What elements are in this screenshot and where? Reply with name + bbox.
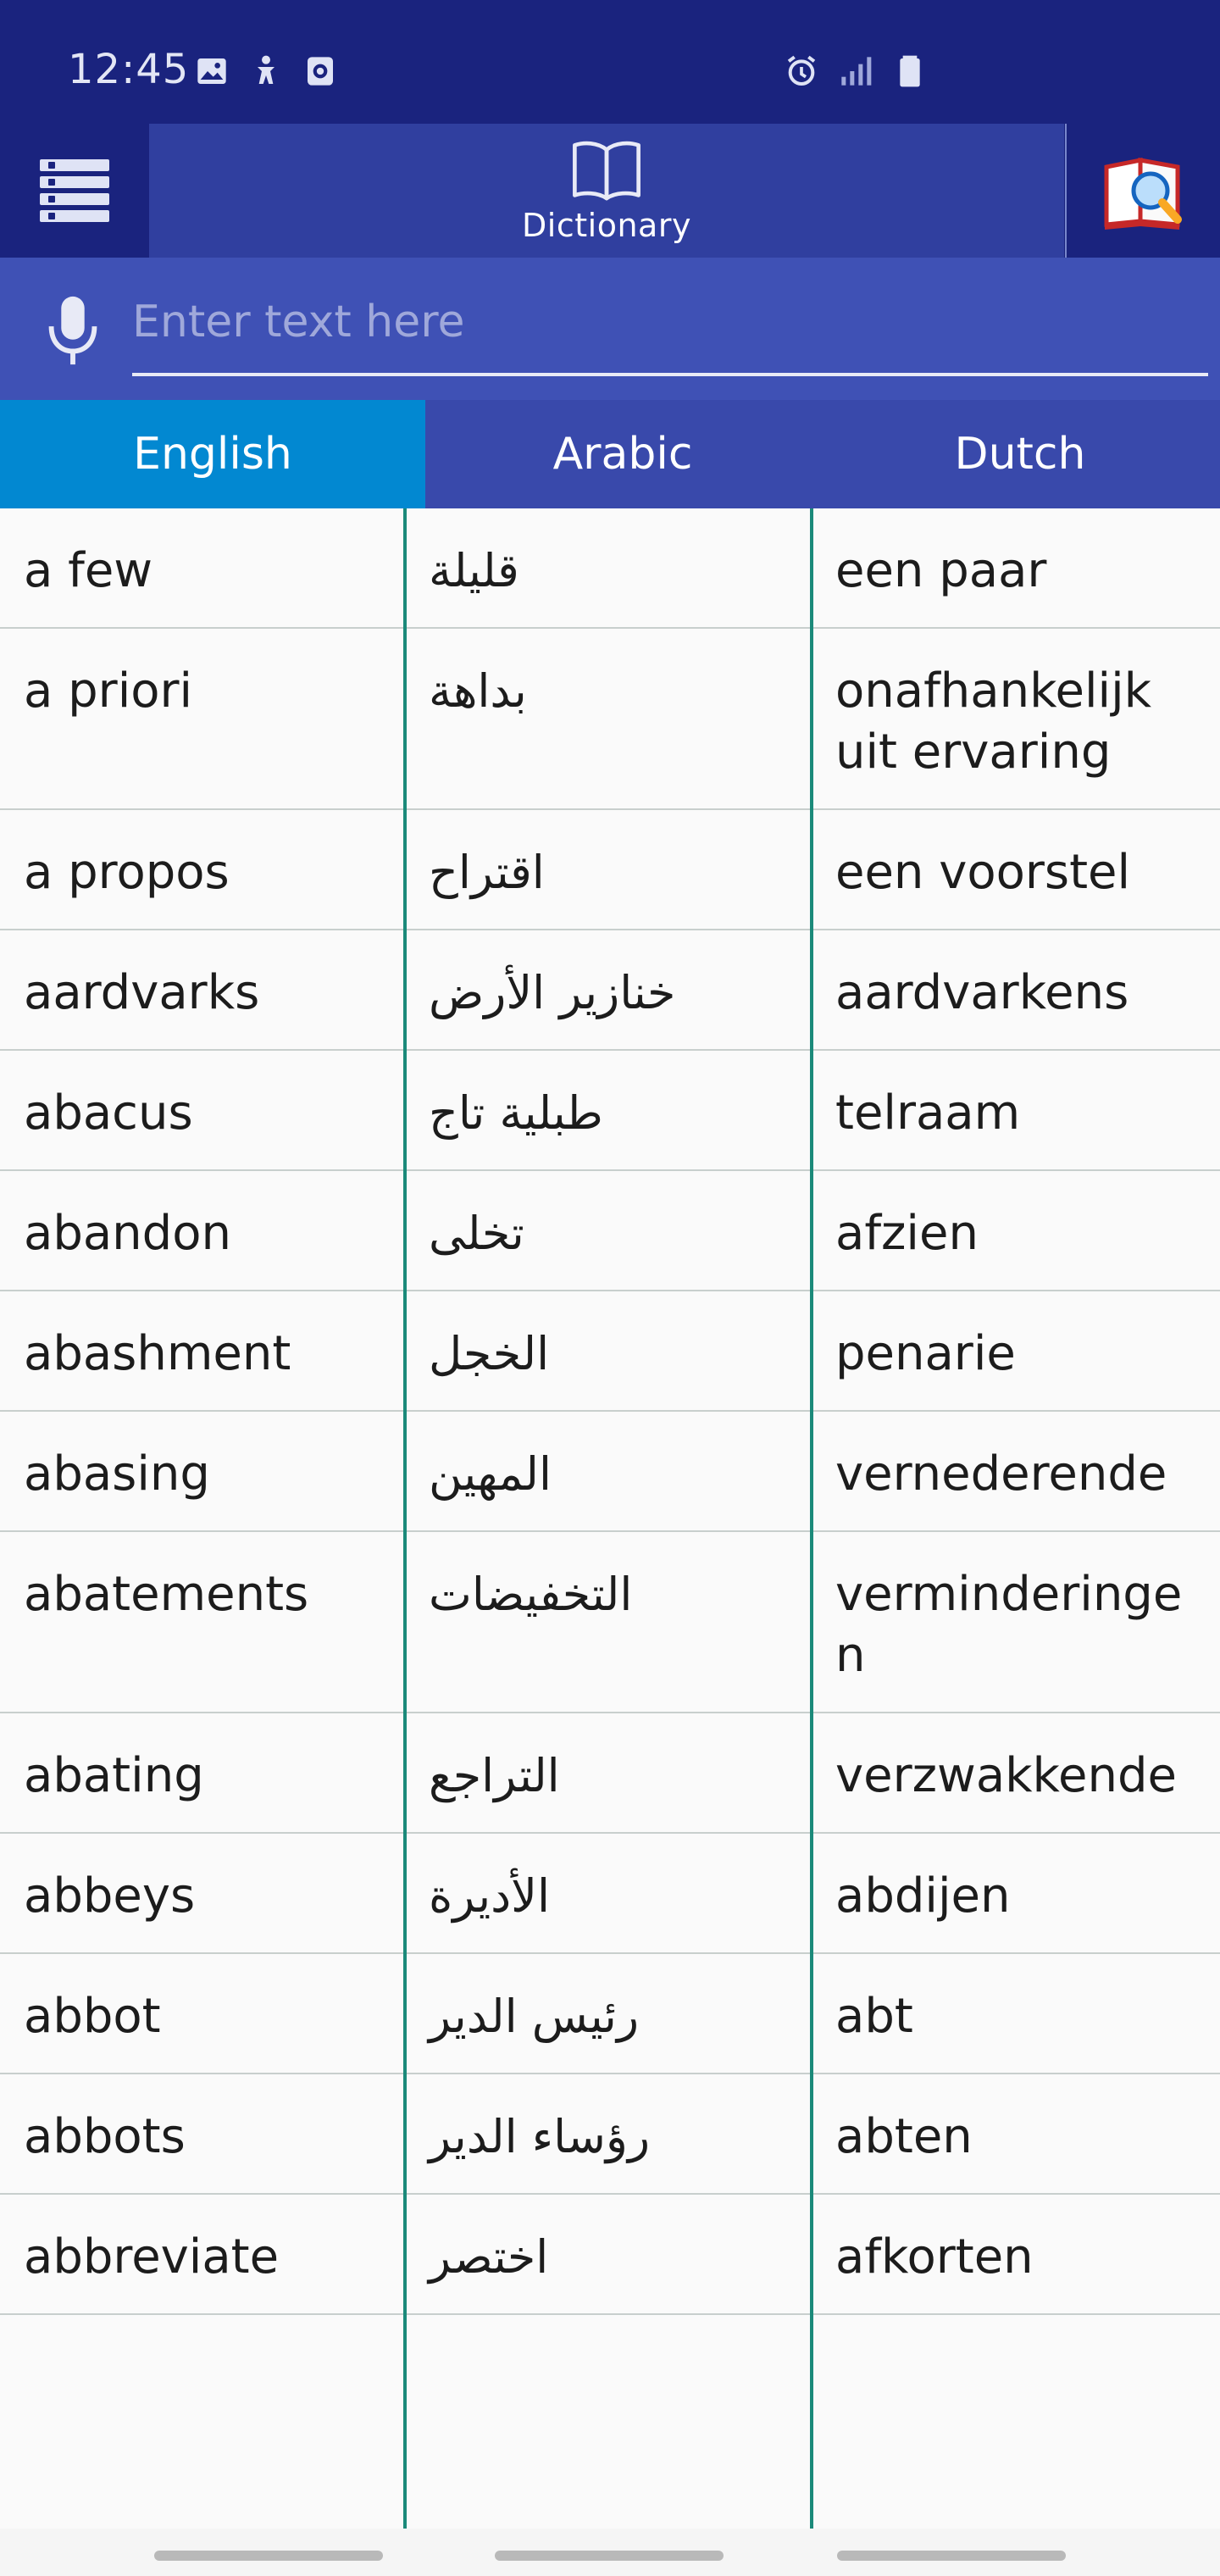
search-input[interactable] [132, 288, 1206, 356]
battery-icon [900, 55, 920, 87]
appbar-divider [1065, 124, 1067, 258]
nav-back-handle[interactable] [837, 2551, 1066, 2561]
english-word: abacus [24, 1085, 193, 1141]
column-divider [810, 508, 813, 2542]
dutch-word: telraam [835, 1085, 1021, 1141]
english-word: a few [24, 543, 153, 598]
book-search-icon [1104, 157, 1182, 230]
english-word: abbeys [24, 1868, 196, 1924]
english-word: abashment [24, 1326, 291, 1381]
arabic-word: اختصر [429, 2230, 549, 2284]
image-icon [197, 58, 226, 84]
table-row[interactable]: abasing المهين vernederende [0, 1412, 1220, 1532]
status-time: 12:45 [68, 46, 190, 93]
dutch-word: een paar [835, 543, 1047, 598]
table-row[interactable]: abandon تخلى afzien [0, 1171, 1220, 1291]
dutch-word: aardvarkens [835, 965, 1129, 1020]
english-word: a priori [24, 663, 193, 719]
table-row[interactable]: a priori بداهة onafhankelijk uit ervaring [0, 629, 1220, 810]
arabic-word: الخجل [429, 1327, 550, 1380]
arabic-word: قليلة [429, 544, 519, 597]
table-row[interactable]: abatements التخفيضات verminderingen [0, 1532, 1220, 1713]
table-row[interactable]: abbreviate اختصر afkorten [0, 2195, 1220, 2315]
english-word: a propos [24, 845, 230, 900]
table-row[interactable]: abbots رؤساء الدير abten [0, 2074, 1220, 2195]
arabic-word: طبلية تاج [429, 1086, 603, 1140]
table-row[interactable]: abashment الخجل penarie [0, 1291, 1220, 1412]
english-word: abbots [24, 2109, 186, 2164]
accessibility-icon [258, 55, 274, 84]
tab-arabic[interactable]: Arabic [425, 400, 820, 508]
column-divider [403, 508, 407, 2542]
dutch-word: penarie [835, 1326, 1016, 1381]
english-word: abatements [24, 1567, 309, 1622]
nav-home-handle[interactable] [495, 2551, 724, 2561]
tab-dutch[interactable]: Dutch [820, 400, 1220, 508]
dutch-word: een voorstel [835, 845, 1131, 900]
app-bar: Dictionary [0, 124, 1220, 258]
book-icon [573, 141, 640, 201]
menu-icon [40, 159, 109, 222]
english-word: abandon [24, 1206, 231, 1261]
dutch-word: vernederende [835, 1446, 1167, 1502]
search-bar [0, 258, 1220, 400]
english-word: abating [24, 1748, 204, 1803]
arabic-word: بداهة [429, 664, 527, 718]
language-tabs: English Arabic Dutch [0, 400, 1220, 508]
status-icons-left [195, 54, 337, 88]
menu-button[interactable] [0, 124, 149, 258]
arabic-word: رئيس الدير [429, 1990, 640, 2043]
arabic-word: تخلى [429, 1207, 524, 1260]
table-row[interactable]: a propos اقتراح een voorstel [0, 810, 1220, 930]
tab-dictionary-label: Dictionary [522, 207, 691, 244]
dutch-word: verzwakkende [835, 1748, 1177, 1803]
arabic-word: رؤساء الدير [429, 2110, 651, 2163]
status-bar: 12:45 [0, 0, 1220, 124]
status-icons-right [785, 54, 927, 88]
arabic-word: المهين [429, 1447, 552, 1501]
signal-icon [841, 57, 872, 86]
dictionary-table: a few قليلة een paar a priori بداهة onafhanke… [0, 508, 1220, 2315]
english-word: aardvarks [24, 965, 260, 1020]
nav-recents-handle[interactable] [154, 2551, 383, 2561]
arabic-word: التراجع [429, 1749, 560, 1802]
table-row[interactable]: abbeys الأديرة abdijen [0, 1834, 1220, 1954]
arabic-word: الأديرة [429, 1869, 550, 1923]
tab-dictionary[interactable]: Dictionary [149, 124, 1064, 258]
tab-english[interactable]: English [0, 400, 425, 508]
table-row[interactable]: a few قليلة een paar [0, 508, 1220, 629]
alarm-icon [787, 55, 816, 86]
book-search-button[interactable] [1068, 124, 1220, 258]
search-underline [132, 373, 1208, 376]
microphone-icon[interactable] [39, 293, 107, 369]
dutch-word: afkorten [835, 2229, 1034, 2285]
dutch-word: verminderingen [835, 1567, 1183, 1683]
english-word: abbot [24, 1989, 161, 2044]
dutch-word: abt [835, 1989, 913, 2044]
dutch-word: abten [835, 2109, 973, 2164]
table-row[interactable]: abating التراجع verzwakkende [0, 1713, 1220, 1834]
english-word: abbreviate [24, 2229, 280, 2285]
navigation-bar [0, 2529, 1220, 2576]
arabic-word: خنازير الأرض [429, 966, 676, 1019]
dutch-word: afzien [835, 1206, 979, 1261]
arabic-word: التخفيضات [429, 1568, 633, 1621]
table-row[interactable]: aardvarks خنازير الأرض aardvarkens [0, 930, 1220, 1051]
arabic-word: اقتراح [429, 846, 545, 899]
table-row[interactable]: abbot رئيس الدير abt [0, 1954, 1220, 2074]
screen-recorder-icon [308, 57, 333, 86]
table-row[interactable]: abacus طبلية تاج telraam [0, 1051, 1220, 1171]
english-word: abasing [24, 1446, 210, 1502]
dutch-word: abdijen [835, 1868, 1011, 1924]
dutch-word: onafhankelijk uit ervaring [835, 663, 1152, 780]
